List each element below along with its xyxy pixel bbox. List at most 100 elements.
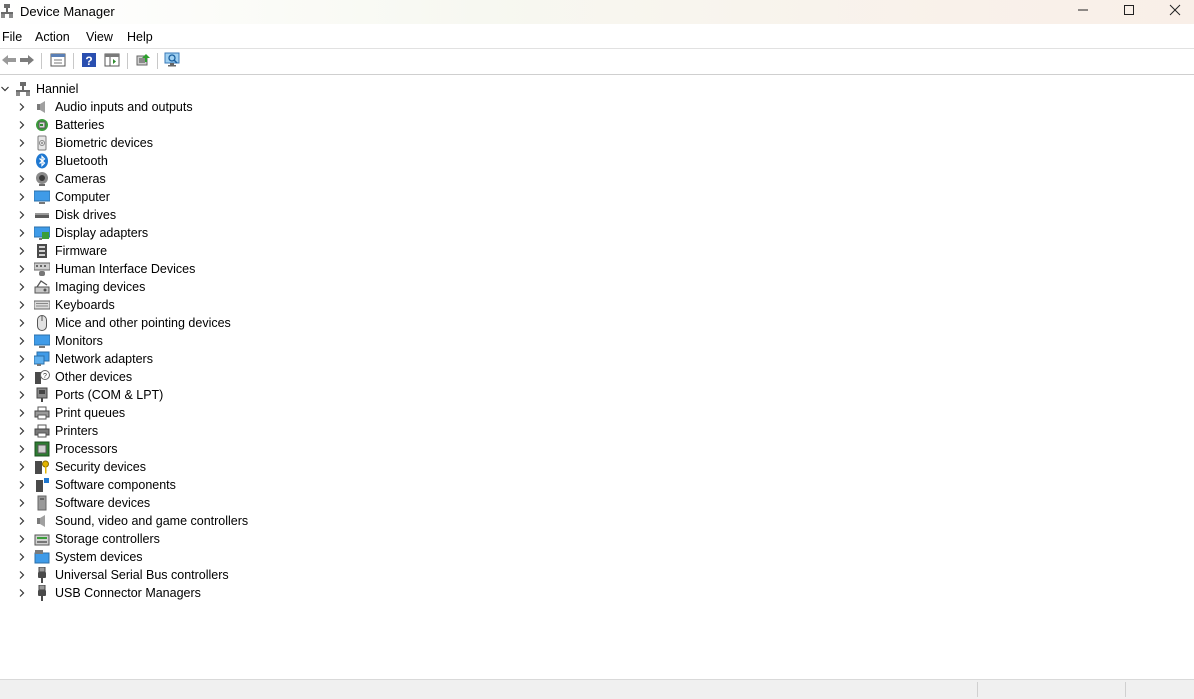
tree-item-label: Storage controllers — [55, 532, 160, 546]
maximize-icon — [1123, 4, 1135, 19]
chevron-right-icon[interactable] — [17, 228, 27, 238]
tree-item-keyboards[interactable]: Keyboards — [0, 296, 260, 314]
mouse-icon — [34, 315, 50, 331]
minimize-button[interactable] — [1060, 0, 1106, 22]
chevron-right-icon[interactable] — [17, 282, 27, 292]
chevron-right-icon[interactable] — [17, 516, 27, 526]
tree-item-label: Software components — [55, 478, 176, 492]
chevron-right-icon[interactable] — [17, 264, 27, 274]
back-button[interactable] — [0, 52, 18, 70]
keyboard-icon — [34, 297, 50, 313]
tree-item-batteries[interactable]: Batteries — [0, 116, 260, 134]
tree-item-disk-drives[interactable]: Disk drives — [0, 206, 260, 224]
tree-item-bluetooth[interactable]: Bluetooth — [0, 152, 260, 170]
tree-item-biometric-devices[interactable]: Biometric devices — [0, 134, 260, 152]
menu-help[interactable]: Help — [127, 30, 153, 44]
menu-view[interactable]: View — [86, 30, 113, 44]
tree-item-other-devices[interactable]: ? Other devices — [0, 368, 260, 386]
camera-icon — [34, 171, 50, 187]
status-bar — [0, 679, 1194, 699]
tree-item-software-devices[interactable]: Software devices — [0, 494, 260, 512]
tree-item-system-devices[interactable]: System devices — [0, 548, 260, 566]
chevron-right-icon[interactable] — [17, 174, 27, 184]
chevron-right-icon[interactable] — [17, 444, 27, 454]
tree-item-storage-controllers[interactable]: Storage controllers — [0, 530, 260, 548]
tree-item-label: Software devices — [55, 496, 151, 510]
tree-item-label: Disk drives — [55, 208, 117, 222]
chevron-right-icon[interactable] — [17, 570, 27, 580]
tree-root-row[interactable]: Hanniel — [0, 80, 200, 98]
chevron-down-icon[interactable] — [0, 84, 10, 94]
tree-item-mice-and-other-pointing-devices[interactable]: Mice and other pointing devices — [0, 314, 260, 332]
chevron-right-icon[interactable] — [17, 120, 27, 130]
tree-item-software-components[interactable]: Software components — [0, 476, 260, 494]
chevron-right-icon[interactable] — [17, 408, 27, 418]
tree-item-label: Firmware — [55, 244, 108, 258]
tree-root-label: Hanniel — [36, 82, 79, 96]
toolbar-separator — [41, 53, 42, 69]
tree-item-sound-video-and-game-controllers[interactable]: Sound, video and game controllers — [0, 512, 260, 530]
tree-item-universal-serial-bus-controllers[interactable]: Universal Serial Bus controllers — [0, 566, 260, 584]
status-bar-divider — [977, 682, 978, 697]
menu-action[interactable]: Action — [35, 30, 70, 44]
bluetooth-icon — [34, 153, 50, 169]
chevron-right-icon[interactable] — [17, 480, 27, 490]
chevron-right-icon[interactable] — [17, 210, 27, 220]
close-button[interactable] — [1152, 0, 1194, 22]
tree-item-printers[interactable]: Printers — [0, 422, 260, 440]
chevron-right-icon[interactable] — [17, 462, 27, 472]
chevron-right-icon[interactable] — [17, 552, 27, 562]
update-driver-button[interactable] — [134, 52, 152, 70]
chevron-right-icon[interactable] — [17, 390, 27, 400]
menu-file[interactable]: File — [2, 30, 22, 44]
tree-item-firmware[interactable]: Firmware — [0, 242, 260, 260]
software-component-icon — [34, 477, 50, 493]
chevron-right-icon[interactable] — [17, 372, 27, 382]
toolbar-separator — [127, 53, 128, 69]
tree-item-print-queues[interactable]: Print queues — [0, 404, 260, 422]
storage-controller-icon — [34, 531, 50, 547]
chevron-right-icon[interactable] — [17, 246, 27, 256]
system-device-icon — [34, 549, 50, 565]
tree-item-imaging-devices[interactable]: Imaging devices — [0, 278, 260, 296]
show-hide-console-tree-button[interactable] — [103, 52, 121, 70]
chevron-right-icon[interactable] — [17, 588, 27, 598]
tree-item-processors[interactable]: Processors — [0, 440, 260, 458]
tree-item-audio-inputs-and-outputs[interactable]: Audio inputs and outputs — [0, 98, 260, 116]
tree-item-label: Other devices — [55, 370, 133, 384]
help-button[interactable]: ? — [80, 52, 98, 70]
tree-item-computer[interactable]: Computer — [0, 188, 260, 206]
scan-hardware-button[interactable] — [164, 52, 182, 70]
maximize-button[interactable] — [1106, 0, 1152, 22]
chevron-right-icon[interactable] — [17, 138, 27, 148]
device-tree: Hanniel Audio inputs and outputs Batteri… — [0, 80, 1194, 676]
chevron-right-icon[interactable] — [17, 300, 27, 310]
title-bar[interactable]: Device Manager — [0, 0, 1194, 24]
chevron-right-icon[interactable] — [17, 354, 27, 364]
forward-button[interactable] — [18, 52, 36, 70]
scan-hardware-icon — [164, 52, 182, 71]
tree-item-monitors[interactable]: Monitors — [0, 332, 260, 350]
chevron-right-icon[interactable] — [17, 534, 27, 544]
tree-item-security-devices[interactable]: Security devices — [0, 458, 260, 476]
tree-item-label: System devices — [55, 550, 143, 564]
tree-item-ports-com-lpt[interactable]: Ports (COM & LPT) — [0, 386, 260, 404]
tree-item-network-adapters[interactable]: Network adapters — [0, 350, 260, 368]
tree-item-human-interface-devices[interactable]: Human Interface Devices — [0, 260, 260, 278]
tree-item-usb-connector-managers[interactable]: USB Connector Managers — [0, 584, 260, 602]
properties-button[interactable] — [49, 52, 67, 70]
tree-item-label: Universal Serial Bus controllers — [55, 568, 229, 582]
chevron-right-icon[interactable] — [17, 498, 27, 508]
chevron-right-icon[interactable] — [17, 156, 27, 166]
minimize-icon — [1077, 4, 1089, 19]
tree-item-display-adapters[interactable]: Display adapters — [0, 224, 260, 242]
tree-item-cameras[interactable]: Cameras — [0, 170, 260, 188]
chevron-right-icon[interactable] — [17, 426, 27, 436]
device-manager-app-icon — [0, 3, 14, 19]
toolbar-separator — [73, 53, 74, 69]
speaker-icon — [34, 513, 50, 529]
chevron-right-icon[interactable] — [17, 102, 27, 112]
chevron-right-icon[interactable] — [17, 192, 27, 202]
chevron-right-icon[interactable] — [17, 318, 27, 328]
chevron-right-icon[interactable] — [17, 336, 27, 346]
